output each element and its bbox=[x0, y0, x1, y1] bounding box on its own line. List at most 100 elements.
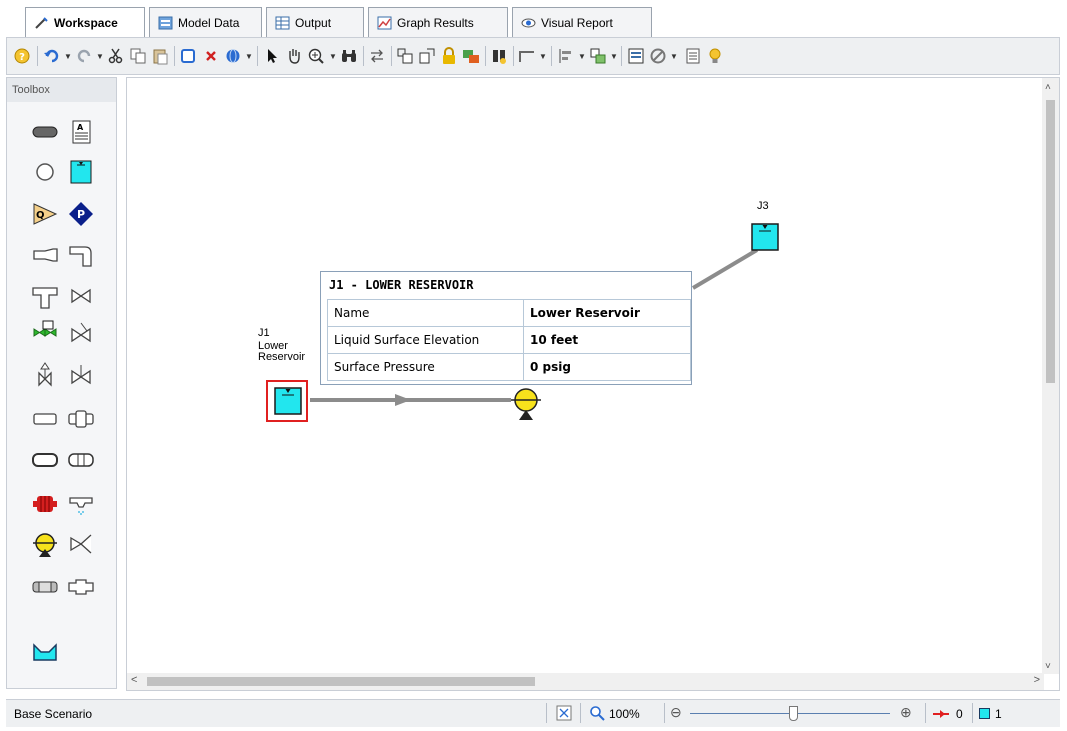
undo-dropdown-icon[interactable]: ▼ bbox=[64, 52, 72, 61]
toolbar-separator bbox=[621, 46, 622, 66]
pipe-drawing-dropdown-icon[interactable]: ▼ bbox=[539, 52, 547, 61]
pipe-tool-icon[interactable] bbox=[31, 118, 59, 146]
reservoir-tool-icon[interactable] bbox=[67, 158, 95, 186]
tee-tool-icon[interactable] bbox=[31, 282, 59, 310]
scroll-down-icon[interactable]: ˅ bbox=[1045, 661, 1051, 672]
vertical-scrollbar[interactable]: ˄ ˅ bbox=[1042, 78, 1059, 674]
toolbar-separator bbox=[485, 46, 486, 66]
paste-icon[interactable] bbox=[151, 47, 169, 65]
horizontal-scroll-thumb[interactable] bbox=[147, 677, 535, 686]
scroll-right-icon[interactable]: > bbox=[1034, 674, 1040, 686]
venturi-tool-icon[interactable] bbox=[67, 573, 95, 601]
workspace-list-icon[interactable] bbox=[684, 47, 702, 65]
zoom-out-icon[interactable]: ⊖ bbox=[670, 704, 682, 721]
orifice-tool-icon[interactable] bbox=[31, 573, 59, 601]
pump-icon[interactable] bbox=[511, 386, 545, 422]
junction-count-icon bbox=[979, 708, 990, 719]
undo-icon[interactable] bbox=[43, 47, 61, 65]
reverse-direction-icon[interactable] bbox=[368, 47, 386, 65]
status-separator bbox=[580, 703, 581, 723]
zoom-in-icon[interactable]: ⊕ bbox=[900, 704, 912, 721]
pointer-icon[interactable] bbox=[263, 47, 281, 65]
reservoir-icon[interactable] bbox=[750, 222, 780, 252]
horizontal-scrollbar[interactable]: < > bbox=[127, 673, 1044, 690]
svg-text:P: P bbox=[77, 208, 85, 221]
cut-icon[interactable] bbox=[107, 47, 125, 65]
group-icon[interactable] bbox=[396, 47, 414, 65]
junction-id-label: J3 bbox=[757, 200, 769, 212]
arrange-icon[interactable] bbox=[589, 47, 607, 65]
scroll-up-icon[interactable]: ˄ bbox=[1045, 82, 1051, 93]
binoculars-icon[interactable] bbox=[340, 47, 358, 65]
scroll-left-icon[interactable]: < bbox=[131, 674, 137, 686]
disable-dropdown-icon[interactable]: ▼ bbox=[670, 52, 678, 61]
property-label: Name bbox=[327, 299, 524, 327]
volume-balance-tool-icon[interactable] bbox=[31, 638, 59, 666]
status-separator bbox=[546, 703, 547, 723]
pipe-drawing-icon[interactable] bbox=[518, 47, 536, 65]
toolbar-separator bbox=[257, 46, 258, 66]
globe-icon[interactable] bbox=[224, 47, 242, 65]
copy-icon[interactable] bbox=[129, 47, 147, 65]
heat-exchanger-tool-icon[interactable] bbox=[31, 446, 59, 474]
tab-visual-report[interactable]: Visual Report bbox=[512, 7, 652, 37]
status-bar: Base Scenario 100% ⊖ ⊕ 0 1 bbox=[6, 699, 1060, 727]
ungroup-icon[interactable] bbox=[418, 47, 436, 65]
align-dropdown-icon[interactable]: ▼ bbox=[578, 52, 586, 61]
lock-icon[interactable] bbox=[440, 47, 458, 65]
tab-model-data[interactable]: Model Data bbox=[149, 7, 262, 37]
assigned-flow-tool-icon[interactable]: Q bbox=[31, 200, 59, 228]
zoom-slider-thumb[interactable] bbox=[789, 706, 798, 721]
tab-label: Output bbox=[295, 15, 332, 30]
toolbar: ? ▼ ▼ ▼ ▼ ▼ ▼ ▼ ▼ bbox=[6, 37, 1060, 75]
lightbulb-icon[interactable] bbox=[706, 47, 724, 65]
annotation-icon[interactable] bbox=[462, 47, 480, 65]
delete-icon[interactable] bbox=[202, 47, 220, 65]
tab-output[interactable]: Output bbox=[266, 7, 364, 37]
pan-hand-icon[interactable] bbox=[285, 47, 303, 65]
zoom-dropdown-icon[interactable]: ▼ bbox=[329, 52, 337, 61]
heater-tool-icon[interactable] bbox=[31, 490, 59, 518]
junction-tooltip: J1 - LOWER RESERVOIR Name Lower Reservoi… bbox=[320, 271, 692, 385]
arrange-dropdown-icon[interactable]: ▼ bbox=[610, 52, 618, 61]
general-component-tool-icon[interactable] bbox=[67, 405, 95, 433]
area-change-tool-icon[interactable] bbox=[31, 241, 59, 269]
spray-valve-tool-icon[interactable] bbox=[67, 361, 95, 389]
svg-text:Q: Q bbox=[36, 210, 45, 221]
assigned-pressure-tool-icon[interactable]: P bbox=[67, 200, 95, 228]
pump-tool-icon[interactable] bbox=[31, 530, 59, 558]
model-data-icon bbox=[158, 16, 173, 29]
redo-icon[interactable] bbox=[75, 47, 93, 65]
dead-end-tool-icon[interactable] bbox=[31, 405, 59, 433]
bend-tool-icon[interactable] bbox=[67, 241, 95, 269]
spray-discharge-tool-icon[interactable] bbox=[67, 490, 95, 518]
fit-to-window-icon[interactable] bbox=[555, 704, 573, 722]
vertical-scroll-thumb[interactable] bbox=[1046, 100, 1055, 383]
tab-workspace[interactable]: Workspace bbox=[25, 7, 145, 38]
help-icon[interactable]: ? bbox=[13, 47, 31, 65]
globe-dropdown-icon[interactable]: ▼ bbox=[245, 52, 253, 61]
tab-graph-results[interactable]: Graph Results bbox=[368, 7, 508, 37]
reservoir-icon[interactable] bbox=[273, 386, 303, 416]
check-valve-tool-icon[interactable] bbox=[67, 319, 95, 347]
screen-tool-icon[interactable] bbox=[67, 446, 95, 474]
annotation-tool-icon[interactable]: A bbox=[67, 118, 95, 146]
svg-text:A: A bbox=[77, 123, 84, 132]
align-icon[interactable] bbox=[557, 47, 575, 65]
control-valve-tool-icon[interactable] bbox=[31, 319, 59, 347]
tab-label: Model Data bbox=[178, 15, 240, 30]
pipe-segment[interactable] bbox=[691, 248, 759, 290]
properties-icon[interactable] bbox=[627, 47, 645, 65]
table-row: Liquid Surface Elevation 10 feet bbox=[327, 326, 691, 354]
branch-tool-icon[interactable] bbox=[31, 158, 59, 186]
property-value: 10 feet bbox=[523, 326, 691, 354]
redo-dropdown-icon[interactable]: ▼ bbox=[96, 52, 104, 61]
three-way-valve-tool-icon[interactable] bbox=[67, 530, 95, 558]
valve-tool-icon[interactable] bbox=[67, 282, 95, 310]
select-box-icon[interactable] bbox=[179, 47, 197, 65]
magnifier-icon bbox=[590, 706, 605, 721]
find-element-icon[interactable] bbox=[490, 47, 508, 65]
disable-icon[interactable] bbox=[649, 47, 667, 65]
zoom-in-icon[interactable] bbox=[307, 47, 325, 65]
relief-valve-tool-icon[interactable] bbox=[31, 361, 59, 389]
